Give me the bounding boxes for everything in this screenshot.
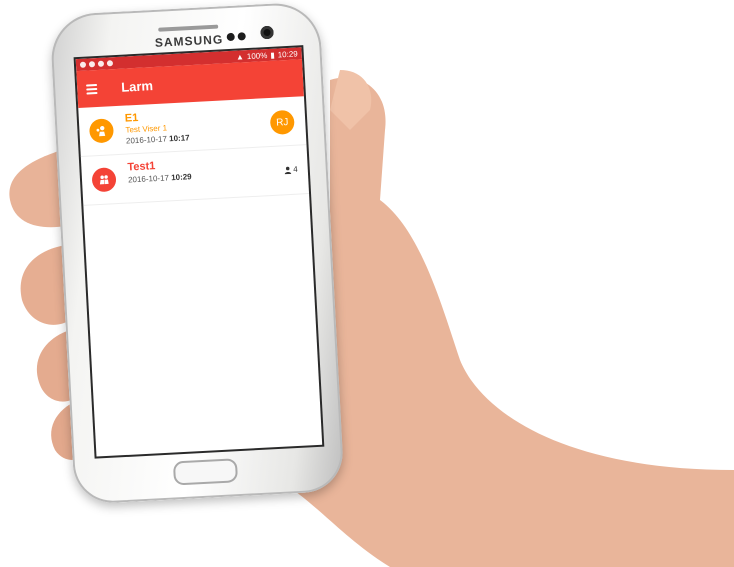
battery-icon: ▮: [270, 50, 275, 60]
notification-icon: [106, 60, 114, 67]
notification-icon: [88, 61, 96, 68]
alarm-time: 10:29: [170, 172, 192, 183]
participant-count-value: 4: [293, 164, 298, 174]
group-alert-icon: [91, 167, 117, 193]
screen: ▲ 100% ▮ 10:29 Larm E1 Test Viser 1 2016…: [75, 47, 323, 457]
person-alert-icon: [88, 118, 115, 144]
phone-device: SAMSUNG ▲ 100% ▮ 10:29 Larm E1 Test Vise…: [49, 1, 345, 505]
front-camera-icon: [260, 25, 274, 40]
sensor-icon: [237, 32, 246, 41]
notification-icon: [97, 60, 105, 67]
participant-count: 4: [283, 165, 298, 175]
person-icon: [284, 166, 291, 174]
avatar[interactable]: RJ: [269, 109, 295, 135]
alarm-list-item[interactable]: Test1 2016-10-17 10:29 4: [80, 145, 310, 206]
alarm-date: 2016-10-17: [125, 134, 168, 146]
battery-level: 100%: [246, 50, 268, 61]
clock: 10:29: [277, 48, 298, 59]
alarm-timestamp: 2016-10-17 10:17: [126, 132, 190, 146]
home-button[interactable]: [172, 458, 239, 486]
alarm-timestamp: 2016-10-17 10:29: [128, 171, 192, 185]
speaker-grille: [158, 24, 219, 32]
brand-logo: SAMSUNG: [154, 32, 224, 50]
signal-icon: ▲: [235, 51, 245, 62]
sensor-icon: [226, 32, 235, 42]
hamburger-menu-icon[interactable]: [86, 83, 98, 95]
page-title: Larm: [120, 78, 154, 95]
alarm-time: 10:17: [168, 133, 190, 144]
notification-icon: [79, 61, 87, 68]
alarm-date: 2016-10-17: [127, 173, 170, 185]
